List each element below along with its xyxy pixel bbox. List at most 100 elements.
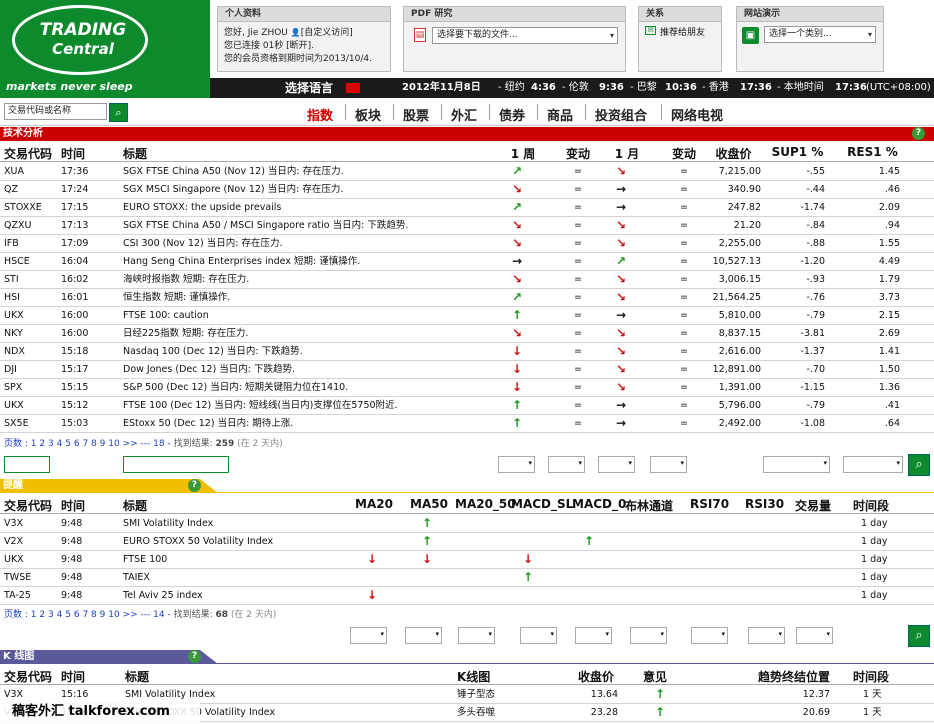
table-row[interactable]: UKX 9:48 FTSE 100 ↓ ↓ ↓ 1 day bbox=[0, 551, 934, 569]
page-link[interactable]: 8 bbox=[91, 610, 97, 620]
nav-index[interactable]: 指数 bbox=[307, 105, 333, 124]
table-row[interactable]: V2X 9:48 EURO STOXX 50 Volatility Index ↑ ↑ 1… bbox=[0, 533, 934, 551]
search-icon[interactable]: ⌕ bbox=[109, 103, 128, 122]
row-title-link[interactable]: 日经225指数 短期: 存在压力. bbox=[123, 325, 248, 342]
filter-select[interactable]: ▾ bbox=[405, 627, 442, 644]
nav-bonds[interactable]: 债券 bbox=[499, 105, 525, 124]
search-input[interactable]: 交易代码或名称 bbox=[4, 103, 107, 120]
filter-select[interactable]: ▾ bbox=[748, 627, 785, 644]
table-row[interactable]: TA-25 9:48 Tel Aviv 25 index ↓ 1 day bbox=[0, 587, 934, 605]
row-title-link[interactable]: SGX FTSE China A50 / MSCI Singapore rati… bbox=[123, 217, 408, 234]
flag-icon[interactable] bbox=[346, 83, 360, 93]
nav-forex[interactable]: 外汇 bbox=[451, 105, 477, 124]
table-row[interactable]: STI 16:02 海峡时报指数 短期: 存在压力. ↘ = ↘ = 3,006.15 -.93… bbox=[0, 271, 934, 289]
page-link[interactable]: 3 bbox=[48, 439, 54, 449]
table-row[interactable]: NDX 15:18 Nasdaq 100 (Dec 12) 当日内: 下跌趋势. ↓ =… bbox=[0, 343, 934, 361]
alerts-search-button[interactable]: ⌕ bbox=[908, 625, 930, 647]
row-title-link[interactable]: EURO STOXX: the upside prevails bbox=[123, 199, 281, 216]
table-row[interactable]: XUA 17:36 SGX FTSE China A50 (Nov 12) 当日内:… bbox=[0, 163, 934, 181]
nav-sector[interactable]: 板块 bbox=[355, 105, 381, 124]
filter-select[interactable]: ▾ bbox=[498, 456, 535, 473]
table-row[interactable]: SX5E 15:03 EStoxx 50 (Dec 12) 当日内: 期待上涨. ↑ =… bbox=[0, 415, 934, 433]
page-link[interactable]: 3 bbox=[48, 610, 54, 620]
ta-title-filter[interactable] bbox=[123, 456, 229, 473]
table-row[interactable]: IFB 17:09 CSI 300 (Nov 12) 当日内: 存在压力. ↘ = ↘ = 2… bbox=[0, 235, 934, 253]
filter-select[interactable]: ▾ bbox=[763, 456, 830, 473]
filter-select[interactable]: ▾ bbox=[458, 627, 495, 644]
nav-stocks[interactable]: 股票 bbox=[403, 105, 429, 124]
ta-code-filter[interactable] bbox=[4, 456, 50, 473]
table-row[interactable]: QZ 17:24 SGX MSCI Singapore (Nov 12) 当日内: … bbox=[0, 181, 934, 199]
row-title-link[interactable]: FTSE 100 bbox=[123, 551, 167, 568]
row-title-link[interactable]: TAIEX bbox=[123, 569, 150, 586]
row-title-link[interactable]: FTSE 100: caution bbox=[123, 307, 209, 324]
page-link[interactable]: 1 bbox=[31, 610, 37, 620]
table-row[interactable]: V3X 9:48 SMI Volatility Index ↑ 1 day bbox=[0, 515, 934, 533]
table-row[interactable]: UKX 15:12 FTSE 100 (Dec 12) 当日内: 短线线(当日内)支… bbox=[0, 397, 934, 415]
page-link[interactable]: 4 bbox=[57, 610, 63, 620]
page-link[interactable]: 7 bbox=[82, 439, 88, 449]
custom-visit-link[interactable]: [自定义访问] bbox=[301, 28, 353, 38]
language-selector[interactable]: 选择语言 bbox=[285, 78, 333, 98]
table-row[interactable]: HSCE 16:04 Hang Seng China Enterprises ind… bbox=[0, 253, 934, 271]
row-title-link[interactable]: SGX MSCI Singapore (Nov 12) 当日内: 存在压力. bbox=[123, 181, 343, 198]
filter-select[interactable]: ▾ bbox=[691, 627, 728, 644]
table-row[interactable]: TWSE 9:48 TAIEX ↑ 1 day bbox=[0, 569, 934, 587]
row-title-link[interactable]: 海峡时报指数 短期: 存在压力. bbox=[123, 271, 249, 288]
nav-webtv[interactable]: 网络电视 bbox=[671, 105, 723, 124]
table-row[interactable]: UKX 16:00 FTSE 100: caution ↑ = → = 5,810.00 -.7… bbox=[0, 307, 934, 325]
row-title-link[interactable]: Tel Aviv 25 index bbox=[123, 587, 203, 604]
filter-select[interactable]: ▾ bbox=[520, 627, 557, 644]
page-link[interactable]: 5 bbox=[65, 610, 71, 620]
row-title-link[interactable]: FTSE 100 (Dec 12) 当日内: 短线线(当日内)支撑位在5750附… bbox=[123, 397, 398, 414]
row-title-link[interactable]: 恒生指数 短期: 谨慎操作. bbox=[123, 289, 230, 306]
page-link[interactable]: 10 bbox=[108, 439, 119, 449]
table-row[interactable]: DJI 15:17 Dow Jones (Dec 12) 当日内: 下跌趋势. ↓ = ↘… bbox=[0, 361, 934, 379]
filter-select[interactable]: ▾ bbox=[548, 456, 585, 473]
table-row[interactable]: QZXU 17:13 SGX FTSE China A50 / MSCI Singa… bbox=[0, 217, 934, 235]
page-link[interactable]: 8 bbox=[91, 439, 97, 449]
filter-select[interactable]: ▾ bbox=[796, 627, 833, 644]
ta-search-button[interactable]: ⌕ bbox=[908, 454, 930, 476]
help-icon[interactable]: ? bbox=[912, 127, 925, 140]
filter-select[interactable]: ▾ bbox=[843, 456, 903, 473]
row-title-link[interactable]: EStoxx 50 (Dec 12) 当日内: 期待上涨. bbox=[123, 415, 293, 432]
help-icon[interactable]: ? bbox=[188, 479, 201, 492]
row-title-link[interactable]: CSI 300 (Nov 12) 当日内: 存在压力. bbox=[123, 235, 282, 252]
page-link[interactable]: 7 bbox=[82, 610, 88, 620]
page-link[interactable]: 6 bbox=[74, 439, 80, 449]
page-link[interactable]: 9 bbox=[100, 610, 106, 620]
row-title-link[interactable]: Hang Seng China Enterprises index 短期: 谨慎… bbox=[123, 253, 360, 270]
page-link[interactable]: 10 bbox=[108, 610, 119, 620]
table-row[interactable]: NKY 16:00 日经225指数 短期: 存在压力. ↘ = ↘ = 8,837.15 -3.… bbox=[0, 325, 934, 343]
table-row[interactable]: HSI 16:01 恒生指数 短期: 谨慎操作. ↗ = ↘ = 21,564.25 -.76 3… bbox=[0, 289, 934, 307]
page-link[interactable]: 5 bbox=[65, 439, 71, 449]
pdf-select[interactable]: 选择要下载的文件... ▾ bbox=[432, 27, 618, 44]
help-icon[interactable]: ? bbox=[188, 650, 201, 663]
nav-commodities[interactable]: 商品 bbox=[547, 105, 573, 124]
filter-select[interactable]: ▾ bbox=[575, 627, 612, 644]
session-status[interactable]: 您已连接 01秒 [断开]. bbox=[224, 40, 372, 53]
row-title-link[interactable]: SGX FTSE China A50 (Nov 12) 当日内: 存在压力. bbox=[123, 163, 344, 180]
page-link[interactable]: 4 bbox=[57, 439, 63, 449]
filter-select[interactable]: ▾ bbox=[650, 456, 687, 473]
page-link[interactable]: 2 bbox=[39, 439, 45, 449]
more-pages-link[interactable]: >> --- 18 - bbox=[123, 439, 171, 449]
row-title-link[interactable]: Dow Jones (Dec 12) 当日内: 下跌趋势. bbox=[123, 361, 295, 378]
filter-select[interactable]: ▾ bbox=[598, 456, 635, 473]
row-title-link[interactable]: EURO STOXX 50 Volatility Index bbox=[123, 533, 273, 550]
page-link[interactable]: 6 bbox=[74, 610, 80, 620]
filter-select[interactable]: ▾ bbox=[350, 627, 387, 644]
page-link[interactable]: 9 bbox=[100, 439, 106, 449]
demo-select[interactable]: 选择一个类别... ▾ bbox=[764, 26, 876, 43]
filter-select[interactable]: ▾ bbox=[630, 627, 667, 644]
recommend-link[interactable]: 推荐给朋友 bbox=[660, 25, 705, 38]
nav-portfolio[interactable]: 投资组合 bbox=[595, 105, 647, 124]
row-title-link[interactable]: Nasdaq 100 (Dec 12) 当日内: 下跌趋势. bbox=[123, 343, 303, 360]
table-row[interactable]: STOXXE 17:15 EURO STOXX: the upside prevai… bbox=[0, 199, 934, 217]
row-title-link[interactable]: SMI Volatility Index bbox=[123, 515, 213, 532]
table-row[interactable]: SPX 15:15 S&P 500 (Dec 12) 当日内: 短期关键阻力位在14… bbox=[0, 379, 934, 397]
page-link[interactable]: 2 bbox=[39, 610, 45, 620]
row-title-link[interactable]: S&P 500 (Dec 12) 当日内: 短期关键阻力位在1410. bbox=[123, 379, 348, 396]
more-pages-link[interactable]: >> --- 14 - bbox=[123, 610, 171, 620]
